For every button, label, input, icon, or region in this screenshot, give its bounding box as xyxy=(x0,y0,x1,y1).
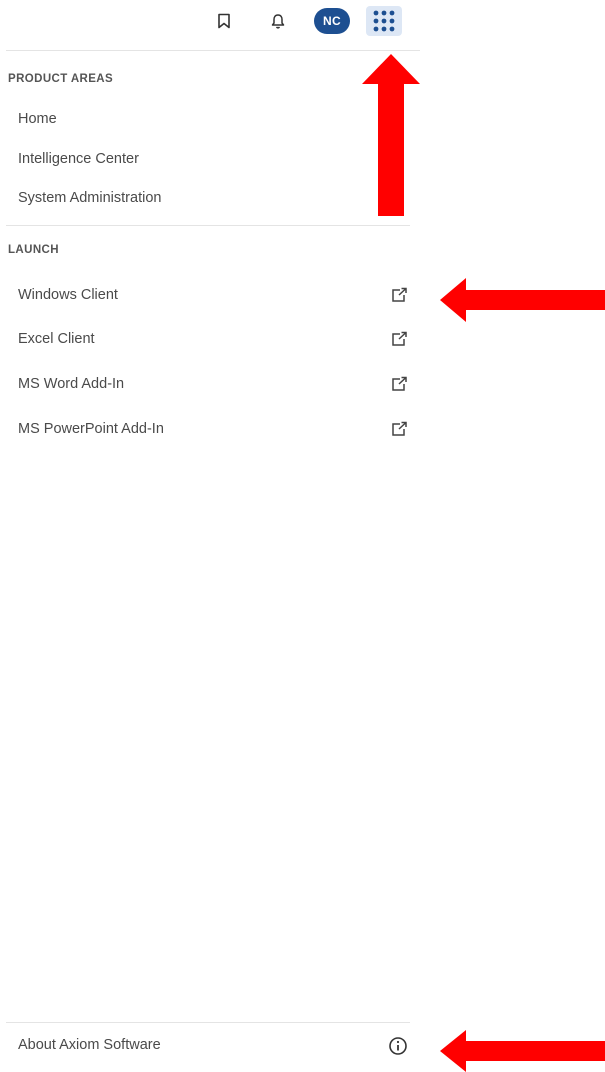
menu-item-system-administration[interactable]: System Administration xyxy=(0,181,420,215)
menu-item-label: Windows Client xyxy=(18,287,118,303)
apps-grid-icon xyxy=(373,10,395,32)
external-link-icon xyxy=(392,287,407,302)
left-arrow-annotation-windows-client xyxy=(440,278,605,322)
bookmark-icon[interactable] xyxy=(206,6,242,36)
external-link-icon xyxy=(392,421,407,436)
bell-icon[interactable] xyxy=(260,6,296,36)
menu-item-label: MS PowerPoint Add-In xyxy=(18,421,164,437)
about-label: About Axiom Software xyxy=(18,1037,161,1053)
launch-item-ms-powerpoint-add-in[interactable]: MS PowerPoint Add-In xyxy=(0,412,420,446)
external-link-icon xyxy=(392,376,407,391)
launch-item-windows-client[interactable]: Windows Client xyxy=(0,278,420,312)
section-divider xyxy=(6,225,410,226)
menu-item-intelligence-center[interactable]: Intelligence Center xyxy=(0,142,420,176)
menu-item-home[interactable]: Home xyxy=(0,102,420,136)
avatar[interactable]: NC xyxy=(314,6,350,36)
product-areas-title: PRODUCT AREAS xyxy=(8,73,114,85)
external-link-icon xyxy=(392,331,407,346)
apps-grid-button[interactable] xyxy=(366,6,402,36)
menu-item-label: Home xyxy=(18,111,57,127)
about-axiom-software[interactable]: About Axiom Software xyxy=(0,1028,420,1062)
menu-item-label: Intelligence Center xyxy=(18,151,139,167)
left-arrow-annotation-about xyxy=(440,1030,605,1072)
launch-item-excel-client[interactable]: Excel Client xyxy=(0,322,420,356)
launch-title: LAUNCH xyxy=(8,244,59,256)
up-arrow-annotation xyxy=(362,54,420,216)
avatar-initials: NC xyxy=(314,8,350,34)
menu-item-label: Excel Client xyxy=(18,331,95,347)
launch-item-ms-word-add-in[interactable]: MS Word Add-In xyxy=(0,367,420,401)
info-icon xyxy=(389,1037,407,1055)
menu-item-label: System Administration xyxy=(18,190,162,206)
menu-item-label: MS Word Add-In xyxy=(18,376,125,392)
header-divider xyxy=(6,50,420,51)
top-bar: NC xyxy=(0,0,420,48)
footer-divider xyxy=(6,1022,410,1023)
